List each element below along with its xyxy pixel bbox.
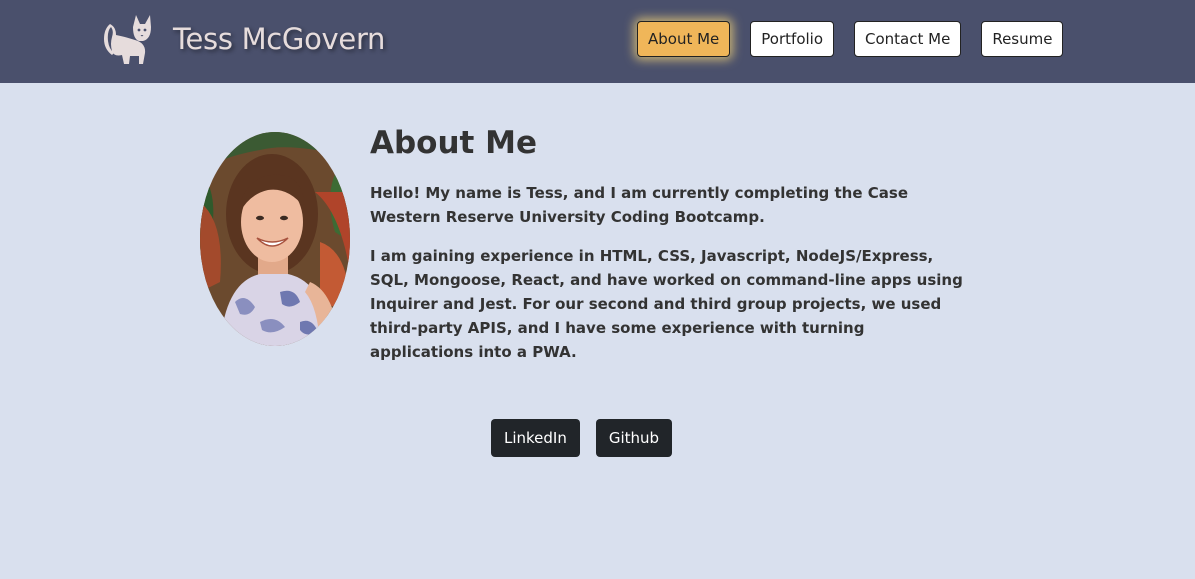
nav-about-me-button[interactable]: About Me: [637, 21, 731, 57]
site-header: Tess McGovern About Me Portfolio Contact…: [0, 0, 1195, 83]
github-button[interactable]: Github: [595, 419, 673, 457]
nav-portfolio-button[interactable]: Portfolio: [750, 21, 835, 57]
intro-paragraph: Hello! My name is Tess, and I am current…: [370, 184, 908, 226]
brand-name: Tess McGovern: [173, 22, 386, 56]
about-section: About Me Hello! My name is Tess, and I a…: [370, 121, 970, 364]
profile-photo: [200, 132, 350, 346]
brand[interactable]: Tess McGovern: [102, 13, 385, 65]
page-title: About Me: [370, 125, 538, 161]
main-content: About Me Hello! My name is Tess, and I a…: [0, 83, 1195, 579]
social-links: LinkedIn Github: [491, 419, 688, 457]
cat-icon: [102, 13, 152, 65]
nav-contact-me-button[interactable]: Contact Me: [854, 21, 962, 57]
nav-resume-button[interactable]: Resume: [981, 21, 1064, 57]
main-nav: About Me Portfolio Contact Me Resume: [637, 21, 1083, 57]
linkedin-button[interactable]: LinkedIn: [491, 419, 580, 457]
experience-paragraph: I am gaining experience in HTML, CSS, Ja…: [370, 247, 963, 361]
